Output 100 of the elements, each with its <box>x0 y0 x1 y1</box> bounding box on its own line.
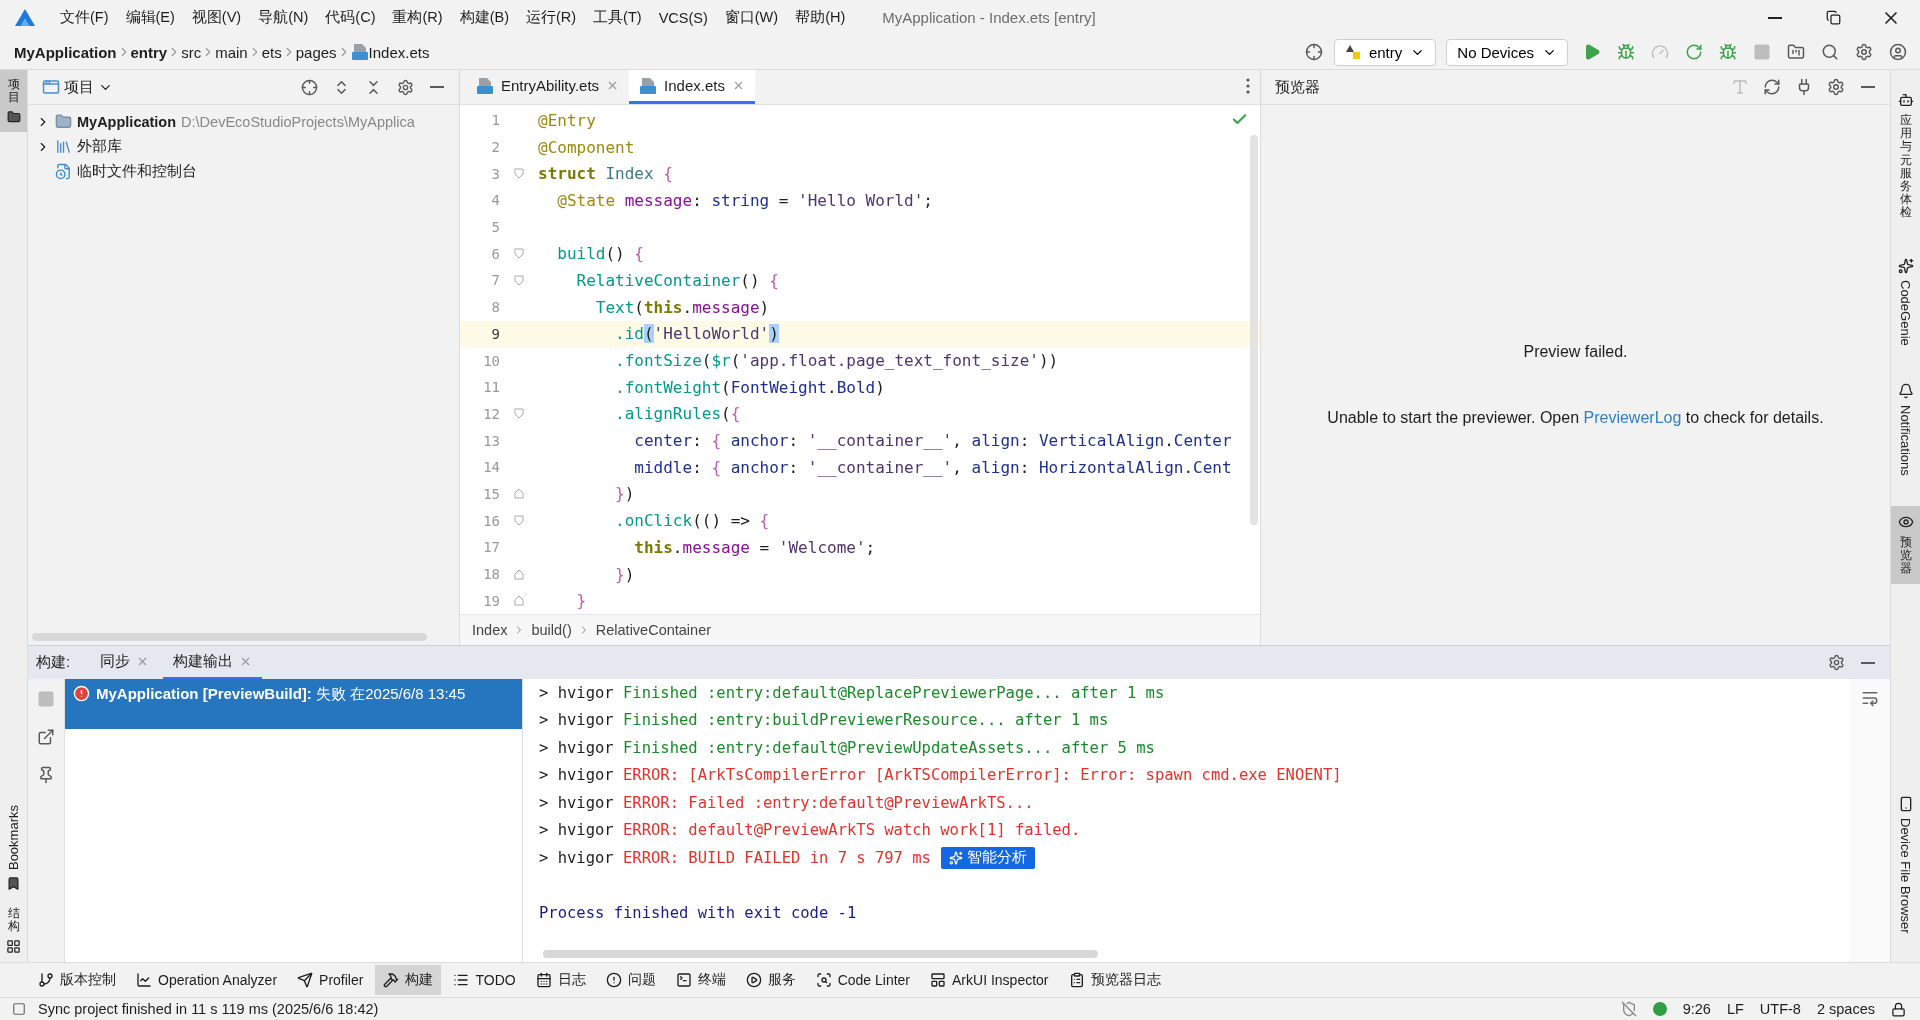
breadcrumb-item[interactable]: main <box>215 43 248 61</box>
tool-window-button[interactable]: ArkUI Inspector <box>922 965 1057 995</box>
tool-window-button[interactable]: 应用与元服务体检 <box>1891 84 1920 228</box>
tool-window-button[interactable]: 预览器 <box>1891 506 1920 584</box>
tool-window-button[interactable]: Operation Analyzer <box>128 965 286 995</box>
line-number: 19 <box>482 592 500 609</box>
breadcrumb-item[interactable]: Index.ets <box>368 43 430 61</box>
status-indicator[interactable]: UTF-8 <box>1759 1001 1801 1017</box>
build-result-row[interactable]: MyApplication [PreviewBuild]: 失败 在2025/6/8 13:45 <box>65 679 522 729</box>
console-line: > hvigor ERROR: default@PreviewArkTS watch work[1] failed. <box>539 821 1081 840</box>
breadcrumb-item[interactable]: Index <box>472 622 508 638</box>
menu-item[interactable]: VCS(S) <box>658 9 708 26</box>
scratch-file-icon <box>55 163 72 180</box>
scrollbar[interactable] <box>1250 135 1258 525</box>
layout-icon <box>930 972 947 988</box>
error-heading: Preview failed. <box>1523 343 1628 361</box>
menu-item[interactable]: 编辑(E) <box>125 8 175 27</box>
status-indicator[interactable]: 9:26 <box>1682 1001 1711 1017</box>
tree-item[interactable]: MyApplication <box>77 113 177 130</box>
line-number: 18 <box>482 566 500 583</box>
refresh-icon <box>1763 78 1781 96</box>
device-dropdown[interactable]: No Devices <box>1446 38 1568 66</box>
folder-icon <box>6 110 21 125</box>
tool-window-button[interactable]: Profiler <box>289 965 372 995</box>
breadcrumb-item[interactable]: pages <box>295 43 337 61</box>
menu-item[interactable]: 导航(N) <box>258 8 309 27</box>
shield-off-icon <box>1620 1001 1637 1017</box>
tool-window-button[interactable]: Notifications <box>1891 375 1920 485</box>
tool-window-button[interactable]: 构建 <box>375 965 442 995</box>
tool-window-button[interactable]: 问题 <box>597 965 664 995</box>
menu-item[interactable]: 文件(F) <box>60 8 109 27</box>
breadcrumb-item[interactable]: ets <box>261 43 282 61</box>
fold-icon[interactable] <box>514 515 524 527</box>
line-number: 8 <box>490 299 500 316</box>
fold-icon[interactable] <box>514 248 524 260</box>
breadcrumb-item[interactable]: RelativeContainer <box>595 622 712 638</box>
tool-window-button[interactable]: 版本控制 <box>30 965 124 995</box>
fold-icon[interactable] <box>514 488 524 500</box>
console-line: > hvigor Finished :entry:default@ReplacePreviewerPage... after 1 ms <box>539 683 1165 702</box>
scrollbar[interactable] <box>543 950 1098 958</box>
lock-icon <box>1891 1001 1906 1017</box>
robot-icon <box>1897 92 1914 108</box>
tool-window-button[interactable]: TODO <box>445 965 524 995</box>
tool-window-button[interactable]: 结构 <box>0 898 27 962</box>
module-dropdown[interactable]: entry <box>1333 38 1437 66</box>
menu-item[interactable]: 重构(R) <box>392 8 443 27</box>
code-text: .alignRules({ <box>614 404 741 424</box>
menu-item[interactable]: 构建(B) <box>459 8 509 27</box>
panel-toggle-icon[interactable] <box>12 1002 26 1016</box>
module-icon <box>1344 44 1361 60</box>
tree-item[interactable]: 外部库 <box>77 137 122 156</box>
console-line: > hvigor Finished :entry:default@PreviewUpdateAssets... after 5 ms <box>539 738 1155 757</box>
code-text: build() { <box>556 244 644 264</box>
fold-icon[interactable] <box>514 595 524 607</box>
status-indicator[interactable]: 2 spaces <box>1816 1001 1875 1017</box>
breadcrumb-item[interactable]: entry <box>130 43 168 61</box>
tool-window-button[interactable]: 项目 <box>0 70 27 133</box>
fold-icon[interactable] <box>514 168 524 180</box>
breadcrumb-item[interactable]: src <box>181 43 202 61</box>
menu-item[interactable]: 工具(T) <box>593 8 642 27</box>
tree-item[interactable]: 临时文件和控制台 <box>77 162 197 181</box>
line-number: 15 <box>482 485 500 502</box>
console-line: > hvigor ERROR: BUILD FAILED in 7 s 797 ms <box>539 848 931 867</box>
soft-wrap-icon[interactable] <box>1861 689 1879 707</box>
breadcrumb-item[interactable]: MyApplication <box>14 43 117 61</box>
menu-item[interactable]: 帮助(H) <box>795 8 846 27</box>
menu-item[interactable]: 视图(V) <box>191 8 242 27</box>
tool-window-button[interactable]: Code Linter <box>807 965 919 995</box>
code-text: } <box>575 591 587 611</box>
analysis-button[interactable]: 智能分析 <box>940 846 1035 869</box>
library-icon <box>55 138 72 155</box>
fold-icon[interactable] <box>514 568 524 580</box>
file-tab[interactable]: Index.ets <box>629 70 755 104</box>
tool-window-button[interactable]: Device File Browser <box>1891 788 1920 942</box>
tool-window-button[interactable]: CodeGenie <box>1891 249 1920 354</box>
tool-window-button[interactable]: 服务 <box>737 965 804 995</box>
folder-icon <box>1787 43 1805 61</box>
breadcrumb-item[interactable]: build() <box>531 622 572 638</box>
tool-window-button[interactable]: 预览器日志 <box>1060 965 1169 995</box>
line-number: 4 <box>490 192 500 209</box>
menu-item[interactable]: 代码(C) <box>325 8 376 27</box>
panel-tab[interactable]: 同步 <box>90 646 160 679</box>
menu-item[interactable]: 运行(R) <box>525 8 577 27</box>
tool-window-button[interactable]: 日志 <box>527 965 594 995</box>
minimize-icon <box>1861 661 1875 664</box>
code-text: .fontWeight(FontWeight.Bold) <box>614 377 885 397</box>
scrollbar[interactable] <box>32 633 427 641</box>
fold-icon[interactable] <box>514 274 524 286</box>
status-indicator[interactable]: LF <box>1726 1001 1744 1017</box>
gauge-icon <box>1651 43 1669 61</box>
window-title: MyApplication - Index.ets [entry] <box>882 9 1096 26</box>
file-tab[interactable]: EntryAbility.ets <box>466 70 630 104</box>
grid-icon <box>6 939 21 954</box>
tool-window-button[interactable]: 终端 <box>667 965 734 995</box>
fold-icon[interactable] <box>514 408 524 420</box>
line-number: 12 <box>482 405 500 422</box>
previewer-log-link[interactable]: PreviewerLog <box>1583 409 1682 426</box>
status-message: Sync project finished in 11 s 119 ms (2025/6/6 18:42) <box>38 1001 379 1017</box>
tool-window-button[interactable]: Bookmarks <box>0 796 27 899</box>
menu-item[interactable]: 窗口(W) <box>724 8 779 27</box>
